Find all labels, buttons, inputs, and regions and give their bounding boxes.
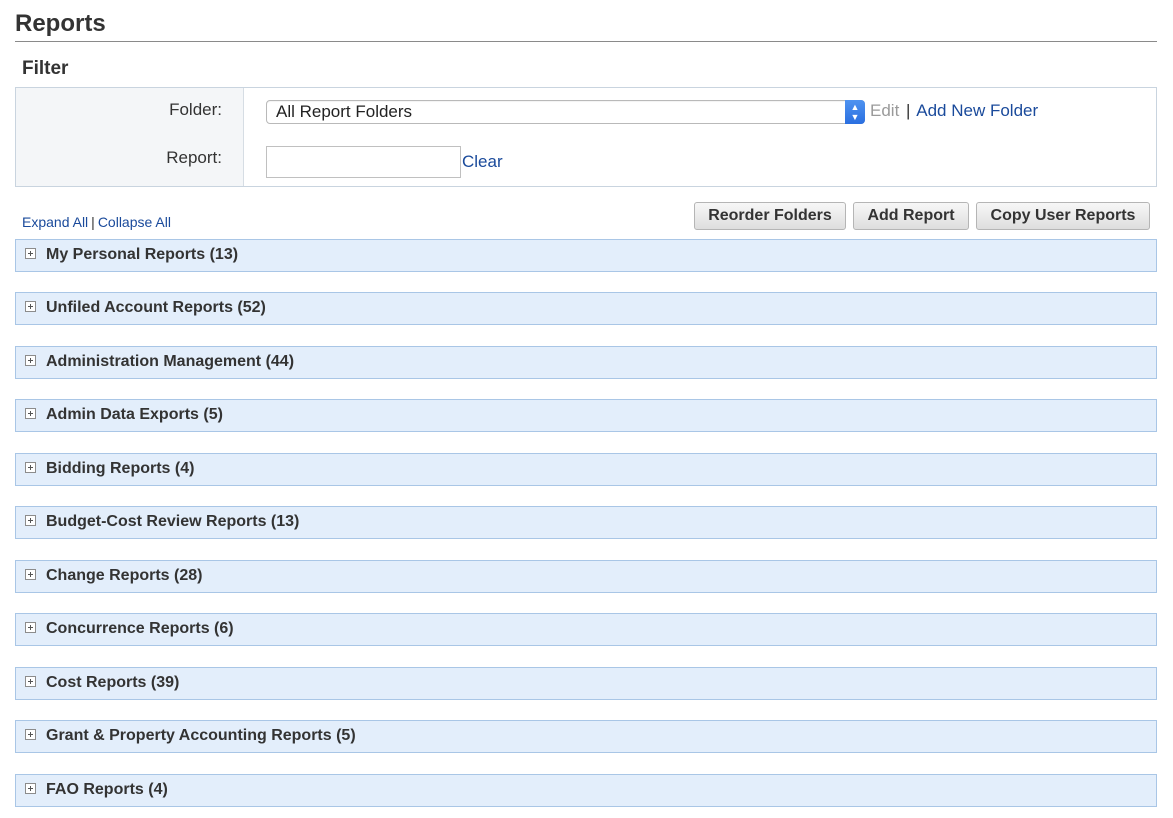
clear-link[interactable]: Clear (462, 152, 503, 172)
folder-label: Administration Management (44) (46, 353, 295, 370)
folder-row[interactable]: Change Reports (28) (15, 560, 1157, 593)
add-report-button[interactable]: Add Report (853, 202, 969, 230)
plus-box-icon[interactable] (25, 462, 36, 473)
folder-row[interactable]: My Personal Reports (13) (15, 239, 1157, 272)
folder-label: Grant & Property Accounting Reports (5) (46, 727, 356, 744)
filter-label-column: Folder: Report: (16, 88, 244, 186)
folder-row[interactable]: Administration Management (44) (15, 346, 1157, 379)
folder-label: Change Reports (28) (46, 567, 203, 584)
expand-all-link[interactable]: Expand All (22, 214, 88, 230)
folder-label: Concurrence Reports (6) (46, 620, 234, 637)
plus-box-icon[interactable] (25, 408, 36, 419)
copy-user-reports-button[interactable]: Copy User Reports (976, 202, 1150, 230)
folder-actions: Edit | Add New Folder (870, 101, 1038, 121)
plus-box-icon[interactable] (25, 729, 36, 740)
plus-box-icon[interactable] (25, 515, 36, 526)
plus-box-icon[interactable] (25, 783, 36, 794)
separator: | (906, 101, 911, 120)
folder-row[interactable]: Concurrence Reports (6) (15, 613, 1157, 646)
separator: | (91, 214, 95, 230)
plus-box-icon[interactable] (25, 248, 36, 259)
add-new-folder-link[interactable]: Add New Folder (916, 101, 1038, 120)
edit-folder-link[interactable]: Edit (870, 101, 899, 120)
folder-label: Unfiled Account Reports (52) (46, 299, 266, 316)
folder-row[interactable]: Grant & Property Accounting Reports (5) (15, 720, 1157, 753)
folder-select[interactable]: All Report Folders ▲ ▼ (266, 100, 865, 124)
plus-box-icon[interactable] (25, 622, 36, 633)
folder-row[interactable]: Admin Data Exports (5) (15, 399, 1157, 432)
folder-label: Cost Reports (39) (46, 674, 180, 691)
reorder-folders-button[interactable]: Reorder Folders (694, 202, 846, 230)
folder-label: Folder: (169, 100, 222, 119)
folder-row[interactable]: Cost Reports (39) (15, 667, 1157, 700)
plus-box-icon[interactable] (25, 569, 36, 580)
folder-label: Bidding Reports (4) (46, 460, 195, 477)
folder-row[interactable]: Unfiled Account Reports (52) (15, 292, 1157, 325)
folder-row[interactable]: Bidding Reports (4) (15, 453, 1157, 486)
folder-row[interactable]: FAO Reports (4) (15, 774, 1157, 807)
folder-label: My Personal Reports (13) (46, 246, 239, 263)
page-title: Reports (15, 10, 106, 37)
plus-box-icon[interactable] (25, 676, 36, 687)
select-arrows-icon: ▲ ▼ (845, 100, 865, 124)
plus-box-icon[interactable] (25, 301, 36, 312)
report-search-input[interactable] (266, 146, 461, 178)
title-divider (15, 41, 1157, 42)
folder-label: Admin Data Exports (5) (46, 406, 223, 423)
filter-heading: Filter (22, 58, 69, 79)
folder-row[interactable]: Budget-Cost Review Reports (13) (15, 506, 1157, 539)
folder-select-value: All Report Folders (276, 102, 413, 121)
filter-panel: Folder: Report: All Report Folders ▲ ▼ Ed… (15, 87, 1157, 187)
collapse-all-link[interactable]: Collapse All (98, 214, 171, 230)
report-label: Report: (166, 148, 222, 167)
folder-label: FAO Reports (4) (46, 781, 168, 798)
expand-collapse-links: Expand All | Collapse All (22, 214, 171, 230)
plus-box-icon[interactable] (25, 355, 36, 366)
folder-label: Budget-Cost Review Reports (13) (46, 513, 300, 530)
